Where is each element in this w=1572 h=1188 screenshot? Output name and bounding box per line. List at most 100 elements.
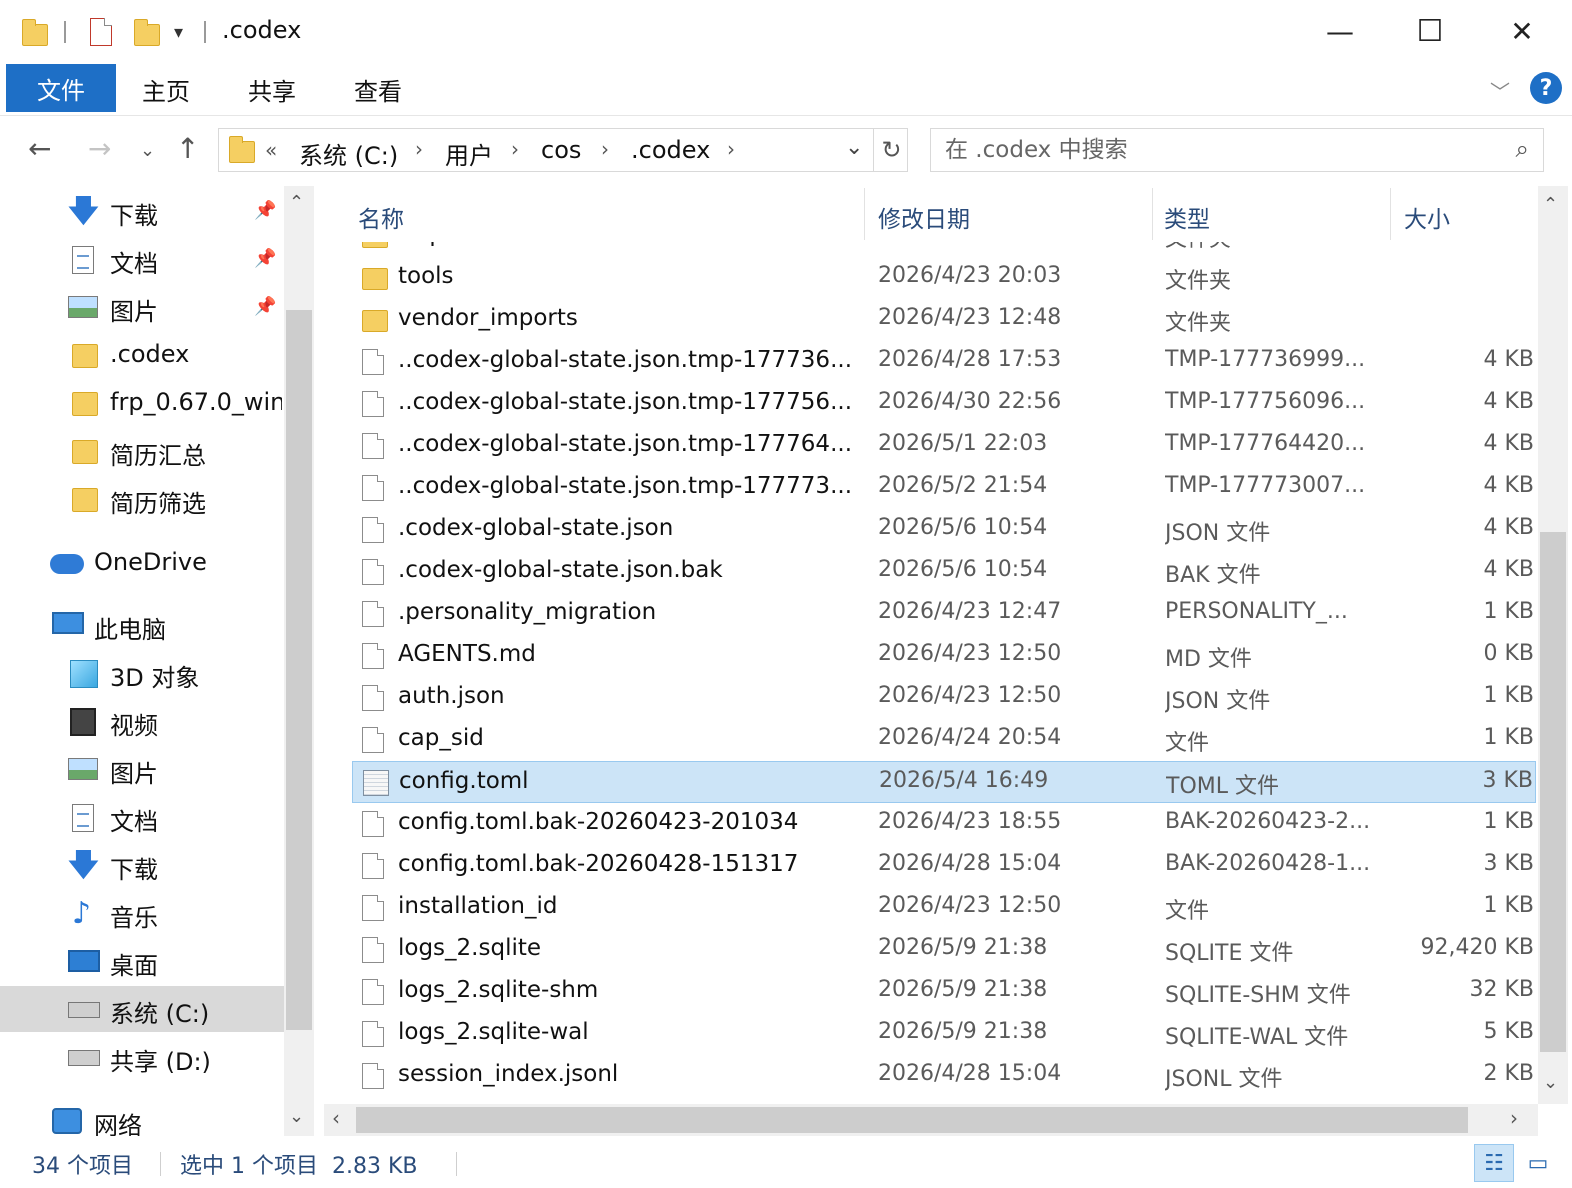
tab-home[interactable]: 主页 [142,72,190,107]
column-header-type[interactable]: 类型 [1164,200,1210,234]
nav-item-downloads-pinned[interactable]: 🡇 下载 📌 [0,188,284,234]
nav-item-resume-filter[interactable]: 简历筛选 [0,476,284,522]
scroll-up-arrow-icon[interactable]: ⌃ [289,192,304,213]
nav-item-network[interactable]: 网络 [0,1098,284,1136]
file-size: 4 KB [1483,473,1534,498]
breadcrumb-drive-c[interactable]: 系统 (C:) [299,136,398,171]
new-folder-icon[interactable] [134,14,160,50]
file-row[interactable]: config.toml.bak-20260423-201034 2026/4/23… [352,803,1536,845]
recent-locations-chevron-icon[interactable]: ⌄ [140,140,155,161]
breadcrumb-separator-icon[interactable]: › [727,137,735,161]
file-row[interactable]: .codex-global-state.json 2026/5/6 10:54 JS… [352,509,1536,551]
nav-item-label: 此电脑 [94,616,166,644]
back-arrow-icon[interactable]: ← [28,132,51,165]
file-row[interactable]: vendor_imports 2026/4/23 12:48 文件夹 [352,299,1536,341]
column-header-size[interactable]: 大小 [1404,200,1450,234]
tab-view[interactable]: 查看 [354,72,402,107]
nav-item-music[interactable]: ♪ 音乐 [0,890,284,936]
refresh-icon[interactable]: ↻ [873,129,909,171]
file-row[interactable]: logs_2.sqlite-wal 2026/5/9 21:38 SQLITE-WA… [352,1013,1536,1055]
column-header-name[interactable]: 名称 [358,200,404,234]
scroll-left-arrow-icon[interactable]: ‹ [332,1106,340,1130]
nav-item-this-pc[interactable]: 此电脑 [0,602,284,648]
file-row[interactable]: tools 2026/4/23 20:03 文件夹 [352,257,1536,299]
scroll-up-arrow-icon[interactable]: ⌃ [1543,194,1558,215]
nav-item-downloads[interactable]: 🡇 下载 [0,842,284,888]
file-list-horizontal-scrollbar[interactable]: ‹ › [324,1104,1538,1136]
details-view-icon[interactable]: ☷ [1474,1144,1514,1182]
forward-arrow-icon[interactable]: → [88,132,111,165]
file-row[interactable]: .codex-global-state.json.bak 2026/5/6 10:… [352,551,1536,593]
file-modified-date: 2026/5/6 10:54 [878,515,1048,540]
file-row[interactable]: installation_id 2026/4/23 12:50 文件 1 KB [352,887,1536,929]
file-row[interactable]: ..codex-global-state.json.tmp-177756... 2… [352,383,1536,425]
breadcrumb-overflow[interactable]: « [265,138,277,162]
file-list-vertical-scrollbar[interactable]: ⌃ ⌄ [1538,186,1568,1104]
nav-pane-scroll-thumb[interactable] [286,310,312,1030]
address-dropdown-chevron-icon[interactable]: ⌄ [845,135,863,160]
nav-item-resume-summary[interactable]: 简历汇总 [0,428,284,474]
properties-icon[interactable] [90,14,112,50]
file-row[interactable]: session_index.jsonl 2026/4/28 15:04 JSONL … [352,1055,1536,1097]
scroll-down-arrow-icon[interactable]: ⌄ [1543,1072,1558,1093]
expand-ribbon-chevron-icon[interactable]: ﹀ [1490,76,1510,105]
help-icon[interactable]: ? [1530,72,1562,104]
up-arrow-icon[interactable]: ↑ [176,132,199,165]
customize-qat-icon[interactable]: ▾ [174,14,183,50]
nav-item-documents-pinned[interactable]: 文档 📌 [0,236,284,282]
nav-item-videos[interactable]: 视频 [0,698,284,744]
pin-icon[interactable]: 📌 [254,248,276,269]
nav-item-3d-objects[interactable]: 3D 对象 [0,650,284,696]
nav-item-pictures-pinned[interactable]: 图片 📌 [0,284,284,330]
close-button[interactable]: ✕ [1492,8,1552,54]
horizontal-scroll-thumb[interactable] [356,1107,1468,1133]
file-row[interactable]: cap_sid 2026/4/24 20:54 文件 1 KB [352,719,1536,761]
nav-item-drive-c[interactable]: 系统 (C:) [0,986,284,1032]
scroll-right-arrow-icon[interactable]: › [1510,1106,1518,1130]
file-row[interactable]: .personality_migration 2026/4/23 12:47 PER… [352,593,1536,635]
tab-file[interactable]: 文件 [6,64,116,112]
breadcrumb-separator-icon[interactable]: › [415,137,423,161]
nav-item-onedrive[interactable]: OneDrive [0,540,284,586]
column-divider[interactable] [1390,188,1391,240]
file-size: 92,420 KB [1420,935,1535,960]
column-header-date[interactable]: 修改日期 [878,200,970,234]
breadcrumb-users[interactable]: 用户 [445,136,493,171]
file-row[interactable]: ..codex-global-state.json.tmp-177736... 2… [352,341,1536,383]
pin-icon[interactable]: 📌 [254,296,276,317]
file-row[interactable]: config.toml 2026/5/4 16:49 TOML 文件 3 KB [352,761,1536,803]
maximize-button[interactable]: ☐ [1400,8,1460,54]
nav-item-codex[interactable]: .codex [0,332,284,378]
file-row[interactable]: logs_2.sqlite 2026/5/9 21:38 SQLITE 文件 92,4… [352,929,1536,971]
search-icon[interactable]: ⌕ [1516,135,1529,163]
nav-item-drive-d[interactable]: 共享 (D:) [0,1034,284,1080]
file-row[interactable]: AGENTS.md 2026/4/23 12:50 MD 文件 0 KB [352,635,1536,677]
quick-access-folder-icon[interactable] [22,14,48,50]
file-icon [362,1063,384,1089]
address-bar[interactable]: « 系统 (C:) › 用户 › cos › .codex › ⌄ ↻ [218,128,908,172]
column-divider[interactable] [864,188,865,240]
minimize-button[interactable]: — [1310,8,1370,54]
file-row[interactable]: logs_2.sqlite-shm 2026/5/9 21:38 SQLITE-SH… [352,971,1536,1013]
search-input[interactable] [945,135,1485,165]
column-divider[interactable] [1152,188,1153,240]
nav-item-desktop[interactable]: 桌面 [0,938,284,984]
nav-item-pictures[interactable]: 图片 [0,746,284,792]
nav-item-frp[interactable]: frp_0.67.0_winc [0,380,284,426]
breadcrumb-codex[interactable]: .codex [631,136,710,164]
scroll-down-arrow-icon[interactable]: ⌄ [289,1106,304,1127]
breadcrumb-separator-icon[interactable]: › [601,137,609,161]
pin-icon[interactable]: 📌 [254,200,276,221]
file-row[interactable]: ..codex-global-state.json.tmp-177773... 2… [352,467,1536,509]
file-row[interactable]: config.toml.bak-20260428-151317 2026/4/28… [352,845,1536,887]
nav-item-documents[interactable]: 文档 [0,794,284,840]
breadcrumb-separator-icon[interactable]: › [511,137,519,161]
breadcrumb-cos[interactable]: cos [541,136,581,164]
tab-share[interactable]: 共享 [248,72,296,107]
file-row[interactable]: ..codex-global-state.json.tmp-177764... 2… [352,425,1536,467]
vertical-scroll-thumb[interactable] [1540,532,1566,1052]
nav-pane-scrollbar[interactable]: ⌃ ⌄ [284,186,314,1136]
file-row[interactable]: auth.json 2026/4/23 12:50 JSON 文件 1 KB [352,677,1536,719]
search-box[interactable]: ⌕ [930,128,1544,172]
large-icons-view-icon[interactable]: ▭ [1518,1144,1558,1182]
